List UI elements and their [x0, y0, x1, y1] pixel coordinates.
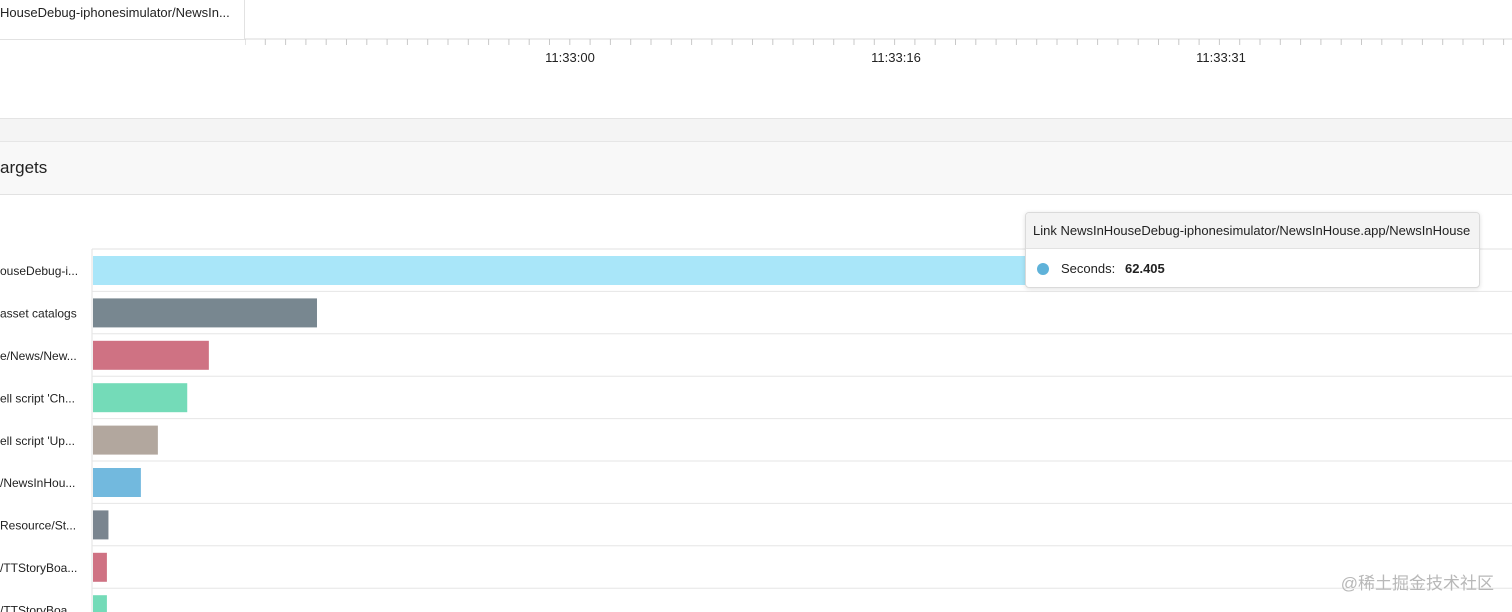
bar[interactable] — [93, 468, 141, 497]
bar[interactable] — [93, 340, 209, 370]
timeline-tick-label: 11:33:31 — [1196, 50, 1246, 65]
bar[interactable] — [93, 256, 1057, 285]
category-label: /TTStoryBoa... — [0, 603, 77, 612]
timeline-tick-label: 11:33:00 — [545, 50, 595, 65]
bar[interactable] — [93, 425, 158, 455]
timeline-axis: 11:33:00 11:33:16 11:33:31 — [245, 38, 1512, 65]
section-header: argets — [0, 141, 1512, 195]
timeline-tick-label: 11:33:16 — [871, 50, 921, 65]
series-color-dot-icon — [1037, 263, 1049, 275]
category-label: ouseDebug-i... — [0, 264, 78, 278]
section-title: argets — [0, 158, 48, 177]
category-label: Resource/St... — [0, 519, 76, 533]
bar-tooltip: Link NewsInHouseDebug-iphonesimulator/Ne… — [1025, 212, 1480, 288]
timeline-panel: HouseDebug-iphonesimulator/NewsIn... 11:… — [0, 0, 1512, 118]
bar[interactable] — [93, 552, 107, 582]
category-label: asset catalogs — [0, 307, 77, 321]
tooltip-title: Link NewsInHouseDebug-iphonesimulator/Ne… — [1026, 213, 1479, 249]
tooltip-body: Seconds: 62.405 — [1026, 249, 1479, 287]
category-label: ell script 'Up... — [0, 434, 75, 448]
bar[interactable] — [93, 298, 317, 328]
category-label: /TTStoryBoa... — [0, 561, 77, 575]
category-label: /NewsInHou... — [0, 476, 75, 490]
tooltip-series-label: Seconds: — [1061, 261, 1116, 276]
bar[interactable] — [93, 383, 188, 413]
watermark: @稀土掘金技术社区 — [1340, 574, 1494, 593]
category-label: e/News/New... — [0, 349, 77, 363]
category-label: ell script 'Ch... — [0, 391, 75, 405]
timeline-minor-ticks — [245, 39, 1505, 45]
bar[interactable] — [93, 510, 109, 540]
section-divider-band — [0, 118, 1512, 141]
tooltip-series-value: 62.405 — [1125, 261, 1165, 276]
timeline-row-label[interactable]: HouseDebug-iphonesimulator/NewsIn... — [0, 0, 245, 40]
bar[interactable] — [93, 595, 107, 612]
